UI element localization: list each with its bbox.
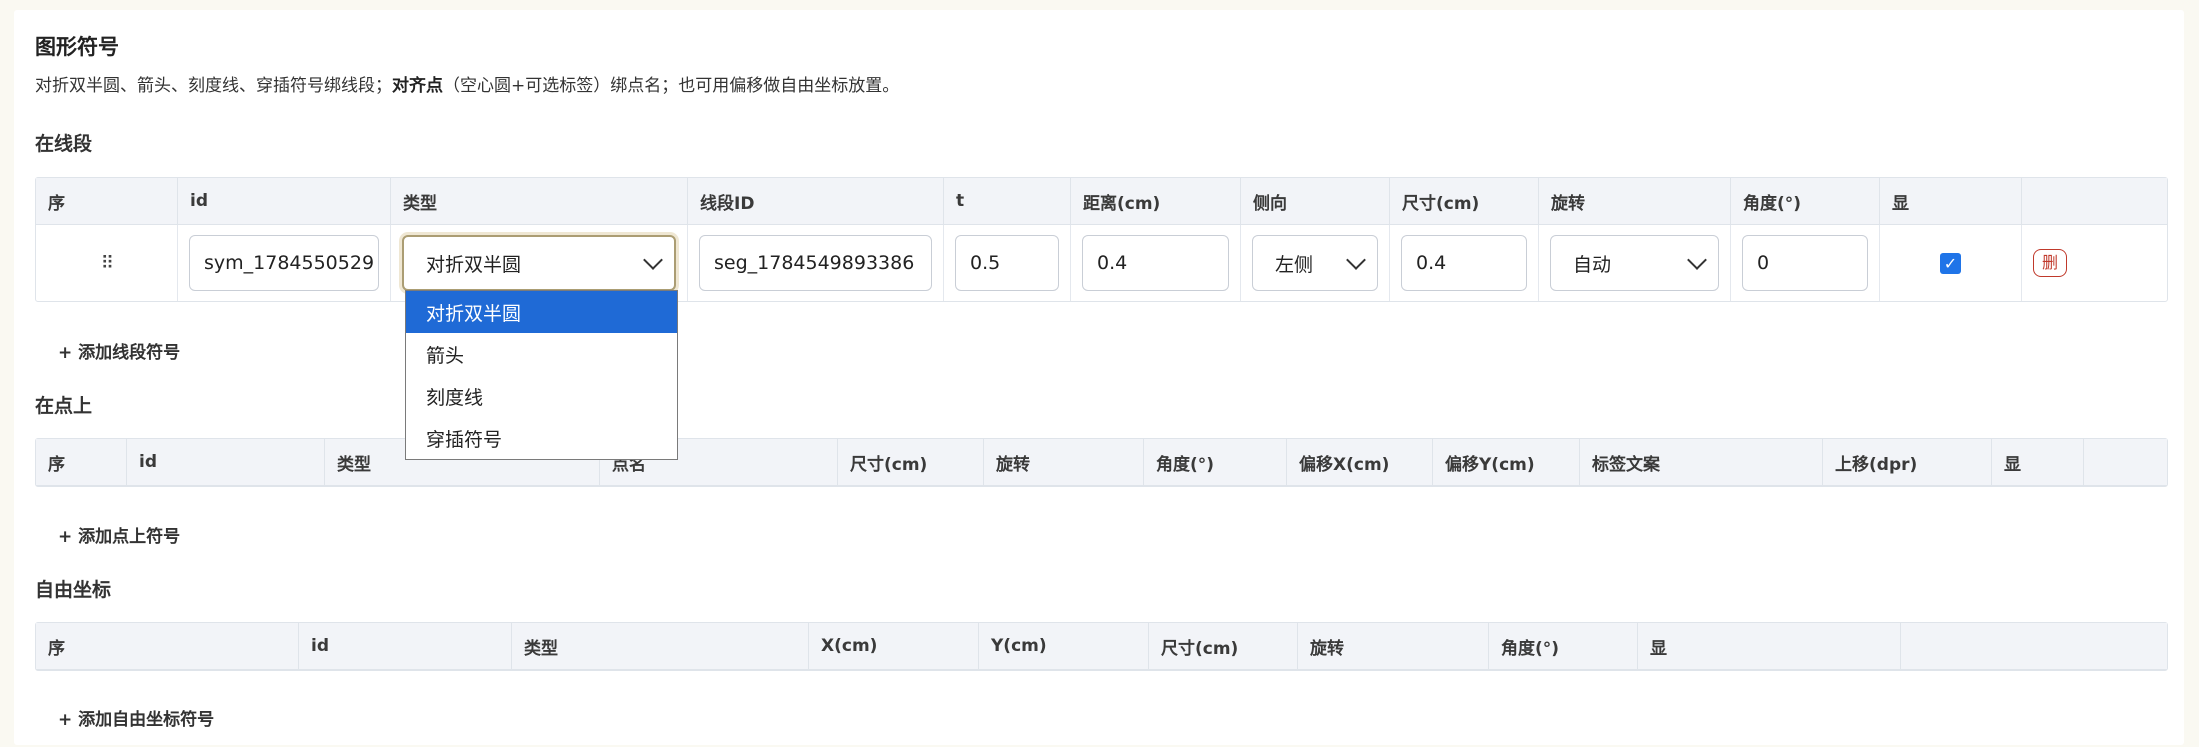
col-header-id: id bbox=[178, 178, 391, 224]
col-header-angle: 角度(°) bbox=[1731, 178, 1880, 224]
col-header-size: 尺寸(cm) bbox=[838, 439, 984, 485]
side-select-value: 左侧 bbox=[1275, 253, 1314, 276]
desc-part-2: （空心圆+可选标签）绑点名；也可用偏移做自由坐标放置。 bbox=[443, 76, 900, 96]
col-header-type: 类型 bbox=[391, 178, 688, 224]
free-symbol-table: 序 id 类型 X(cm) Y(cm) 尺寸(cm) 旋转 角度(°) 显 bbox=[35, 622, 2168, 671]
col-header-size: 尺寸(cm) bbox=[1390, 178, 1539, 224]
type-option-folded-semicircles[interactable]: 对折双半圆 bbox=[406, 291, 677, 333]
t-input[interactable]: 0.5 bbox=[955, 235, 1059, 291]
segment-symbol-table: 序 id 类型 线段ID t 距离(cm) 侧向 尺寸(cm) 旋转 角度(°)… bbox=[35, 177, 2168, 302]
col-header-index: 序 bbox=[36, 439, 127, 485]
point-symbol-table: 序 id 类型 点名 尺寸(cm) 旋转 角度(°) 偏移X(cm) 偏移Y(c… bbox=[35, 438, 2168, 487]
table-header: 序 id 类型 X(cm) Y(cm) 尺寸(cm) 旋转 角度(°) 显 bbox=[36, 623, 2167, 670]
col-header-actions bbox=[1901, 623, 2165, 669]
page-title: 图形符号 bbox=[35, 35, 119, 59]
rotation-select[interactable]: 自动 bbox=[1550, 235, 1719, 291]
section-title-segment: 在线段 bbox=[35, 133, 93, 155]
add-free-symbol-button[interactable]: + 添加自由坐标符号 bbox=[58, 705, 214, 730]
col-header-rotation: 旋转 bbox=[1298, 623, 1489, 669]
angle-input[interactable]: 0 bbox=[1742, 235, 1868, 291]
col-header-visible: 显 bbox=[1880, 178, 2022, 224]
chevron-down-icon bbox=[643, 250, 663, 270]
col-header-size: 尺寸(cm) bbox=[1149, 623, 1298, 669]
add-point-symbol-button[interactable]: + 添加点上符号 bbox=[58, 522, 180, 547]
table-header: 序 id 类型 点名 尺寸(cm) 旋转 角度(°) 偏移X(cm) 偏移Y(c… bbox=[36, 439, 2167, 486]
col-header-index: 序 bbox=[36, 623, 299, 669]
id-input[interactable]: sym_1784550529 bbox=[189, 235, 379, 291]
col-header-visible: 显 bbox=[1992, 439, 2084, 485]
col-header-angle: 角度(°) bbox=[1144, 439, 1287, 485]
col-header-actions bbox=[2022, 178, 2165, 224]
col-header-y: Y(cm) bbox=[979, 623, 1149, 669]
chevron-down-icon bbox=[1346, 250, 1366, 270]
section-title-point: 在点上 bbox=[35, 395, 93, 417]
col-header-offset-y: 偏移Y(cm) bbox=[1433, 439, 1580, 485]
col-header-id: id bbox=[299, 623, 512, 669]
type-option-crossing-symbol[interactable]: 穿插符号 bbox=[406, 417, 677, 459]
col-header-angle: 角度(°) bbox=[1489, 623, 1638, 669]
chevron-down-icon bbox=[1687, 250, 1707, 270]
col-header-rotation: 旋转 bbox=[984, 439, 1144, 485]
type-dropdown-list: 对折双半圆 箭头 刻度线 穿插符号 bbox=[405, 290, 678, 460]
col-header-label-text: 标签文案 bbox=[1580, 439, 1823, 485]
table-row: ⠿ sym_1784550529 对折双半圆 seg_1784549893386… bbox=[36, 225, 2167, 301]
visible-checkbox[interactable]: ✓ bbox=[1940, 252, 1961, 274]
col-header-id: id bbox=[127, 439, 325, 485]
col-header-visible: 显 bbox=[1638, 623, 1901, 669]
desc-part-1: 对折双半圆、箭头、刻度线、穿插符号绑线段； bbox=[35, 76, 392, 96]
col-header-distance: 距离(cm) bbox=[1071, 178, 1241, 224]
segment-id-input[interactable]: seg_1784549893386 bbox=[699, 235, 932, 291]
type-select[interactable]: 对折双半圆 bbox=[402, 235, 676, 291]
section-title-free: 自由坐标 bbox=[35, 579, 112, 601]
col-header-segment-id: 线段ID bbox=[688, 178, 944, 224]
page-description: 对折双半圆、箭头、刻度线、穿插符号绑线段；对齐点（空心圆+可选标签）绑点名；也可… bbox=[35, 71, 899, 96]
col-header-type: 类型 bbox=[512, 623, 809, 669]
col-header-shift-up: 上移(dpr) bbox=[1823, 439, 1992, 485]
drag-handle-icon[interactable]: ⠿ bbox=[101, 253, 114, 274]
delete-button[interactable]: 删 bbox=[2033, 249, 2068, 277]
col-header-rotation: 旋转 bbox=[1539, 178, 1731, 224]
add-segment-symbol-button[interactable]: + 添加线段符号 bbox=[58, 338, 180, 363]
col-header-index: 序 bbox=[36, 178, 178, 224]
desc-bold-align-point: 对齐点 bbox=[392, 76, 443, 96]
size-input[interactable]: 0.4 bbox=[1401, 235, 1527, 291]
col-header-x: X(cm) bbox=[809, 623, 979, 669]
side-select[interactable]: 左侧 bbox=[1252, 235, 1378, 291]
rotation-select-value: 自动 bbox=[1573, 253, 1612, 276]
type-select-value: 对折双半圆 bbox=[426, 253, 522, 276]
table-header: 序 id 类型 线段ID t 距离(cm) 侧向 尺寸(cm) 旋转 角度(°)… bbox=[36, 178, 2167, 225]
col-header-t: t bbox=[944, 178, 1071, 224]
col-header-side: 侧向 bbox=[1241, 178, 1390, 224]
type-option-arrow[interactable]: 箭头 bbox=[406, 333, 677, 375]
col-header-offset-x: 偏移X(cm) bbox=[1287, 439, 1433, 485]
type-option-tick-mark[interactable]: 刻度线 bbox=[406, 375, 677, 417]
distance-input[interactable]: 0.4 bbox=[1082, 235, 1229, 291]
col-header-actions bbox=[2084, 439, 2165, 485]
